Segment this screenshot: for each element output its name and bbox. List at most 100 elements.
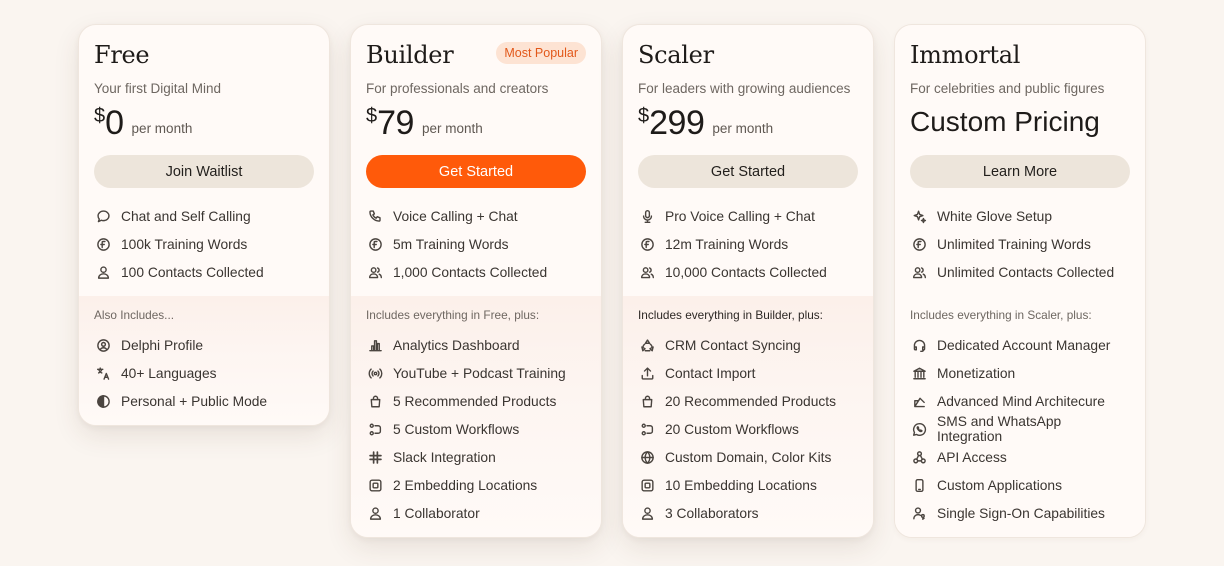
includes-section: Includes everything in Free, plus: Analy… <box>351 296 601 537</box>
training-words-icon <box>367 236 383 252</box>
currency-symbol: $ <box>94 105 106 127</box>
people-icon <box>911 264 927 280</box>
currency-symbol: $ <box>366 105 378 127</box>
feature-item: Unlimited Contacts Collected <box>910 258 1130 286</box>
feature-label: SMS and WhatsApp Integration <box>937 414 1062 444</box>
whatsapp-icon <box>911 421 927 437</box>
workflow-icon <box>367 421 383 437</box>
custom-pricing: Custom Pricing <box>910 106 1100 137</box>
feature-item: SMS and WhatsApp Integration <box>910 414 1130 444</box>
price-amount: 0 <box>105 104 124 142</box>
feature-item: White Glove Setup <box>910 202 1130 230</box>
feature-item: Single Sign-On Capabilities <box>910 499 1130 527</box>
feature-label: CRM Contact Syncing <box>665 337 801 353</box>
feature-label: Delphi Profile <box>121 337 204 353</box>
profile-circle-icon <box>95 337 111 353</box>
price-period: per month <box>421 121 483 136</box>
training-words-icon <box>911 236 927 252</box>
plan-tagline: For celebrities and public figures <box>910 81 1105 96</box>
feature-item: 1,000 Contacts Collected <box>366 258 586 286</box>
feature-item: Chat and Self Calling <box>94 202 314 230</box>
feature-label: Contact Import <box>665 365 756 381</box>
architecture-icon <box>911 393 927 409</box>
user-key-icon <box>911 505 927 521</box>
training-words-icon <box>639 236 655 252</box>
feature-item: Dedicated Account Manager <box>910 331 1130 359</box>
includes-title: Includes everything in Scaler, plus: <box>910 308 1092 322</box>
embed-icon <box>639 477 655 493</box>
feature-label: 100 Contacts Collected <box>121 264 264 280</box>
currency-symbol: $ <box>638 105 650 127</box>
api-icon <box>911 449 927 465</box>
feature-label: Unlimited Contacts Collected <box>937 264 1115 280</box>
headset-icon <box>911 337 927 353</box>
join-waitlist-button[interactable]: Join Waitlist <box>94 155 314 188</box>
shopping-bag-icon <box>367 393 383 409</box>
feature-label: YouTube + Podcast Training <box>393 365 566 381</box>
feature-label: 3 Collaborators <box>665 505 759 521</box>
people-icon <box>639 264 655 280</box>
feature-label: Unlimited Training Words <box>937 236 1091 252</box>
feature-item: Pro Voice Calling + Chat <box>638 202 858 230</box>
person-icon <box>95 264 111 280</box>
feature-label: Single Sign-On Capabilities <box>937 505 1105 521</box>
included-features: Delphi Profile 40+ Languages Personal + … <box>94 331 314 415</box>
feature-item: Delphi Profile <box>94 331 314 359</box>
feature-item: Advanced Mind Architecure <box>910 387 1130 415</box>
chat-bubble-icon <box>95 208 111 224</box>
feature-item: Personal + Public Mode <box>94 387 314 415</box>
feature-label: 1 Collaborator <box>393 505 480 521</box>
translate-icon <box>95 365 111 381</box>
sparkle-icon <box>911 208 927 224</box>
price-period: per month <box>131 121 193 136</box>
feature-label: 20 Custom Workflows <box>665 421 799 437</box>
feature-item: CRM Contact Syncing <box>638 331 858 359</box>
feature-item: 1 Collaborator <box>366 499 586 527</box>
feature-item: Analytics Dashboard <box>366 331 586 359</box>
slack-icon <box>367 449 383 465</box>
feature-label: Voice Calling + Chat <box>393 208 518 224</box>
feature-item: Custom Applications <box>910 471 1130 499</box>
includes-section: Also Includes... Delphi Profile 40+ Lang… <box>79 296 329 425</box>
feature-item: 3 Collaborators <box>638 499 858 527</box>
feature-label: Pro Voice Calling + Chat <box>665 208 815 224</box>
feature-label: Slack Integration <box>393 449 496 465</box>
phone-icon <box>367 208 383 224</box>
includes-title: Also Includes... <box>94 308 174 322</box>
shopping-bag-icon <box>639 393 655 409</box>
sync-icon <box>639 337 655 353</box>
broadcast-icon <box>367 365 383 381</box>
included-features: Analytics Dashboard YouTube + Podcast Tr… <box>366 331 586 527</box>
feature-label: 1,000 Contacts Collected <box>393 264 548 280</box>
people-icon <box>367 264 383 280</box>
includes-section: Includes everything in Builder, plus: CR… <box>623 296 873 537</box>
plan-card-builder: Most Popular Builder For professionals a… <box>350 24 602 538</box>
feature-label: 12m Training Words <box>665 236 789 252</box>
feature-item: 100 Contacts Collected <box>94 258 314 286</box>
bar-chart-icon <box>367 337 383 353</box>
feature-item: 20 Recommended Products <box>638 387 858 415</box>
feature-item: Voice Calling + Chat <box>366 202 586 230</box>
price: $ 79 per month <box>366 103 586 141</box>
feature-item: 5 Recommended Products <box>366 387 586 415</box>
learn-more-button[interactable]: Learn More <box>910 155 1130 188</box>
feature-label: 40+ Languages <box>121 365 217 381</box>
included-features: Dedicated Account Manager Monetization A… <box>910 331 1130 527</box>
feature-label: 5m Training Words <box>393 236 509 252</box>
core-features: Pro Voice Calling + Chat 12m Training Wo… <box>638 202 858 286</box>
plan-tagline: Your first Digital Mind <box>94 81 222 96</box>
feature-label: 100k Training Words <box>121 236 248 252</box>
plan-tagline: For leaders with growing audiences <box>638 81 851 96</box>
feature-item: 10 Embedding Locations <box>638 471 858 499</box>
feature-label: Chat and Self Calling <box>121 208 251 224</box>
get-started-button[interactable]: Get Started <box>638 155 858 188</box>
included-features: CRM Contact Syncing Contact Import 20 Re… <box>638 331 858 527</box>
get-started-button[interactable]: Get Started <box>366 155 586 188</box>
half-circle-icon <box>95 393 111 409</box>
plan-card-immortal: Immortal For celebrities and public figu… <box>894 24 1146 538</box>
feature-item: 2 Embedding Locations <box>366 471 586 499</box>
feature-item: Monetization <box>910 359 1130 387</box>
feature-label: Personal + Public Mode <box>121 393 268 409</box>
feature-item: YouTube + Podcast Training <box>366 359 586 387</box>
price: Custom Pricing <box>910 103 1130 141</box>
